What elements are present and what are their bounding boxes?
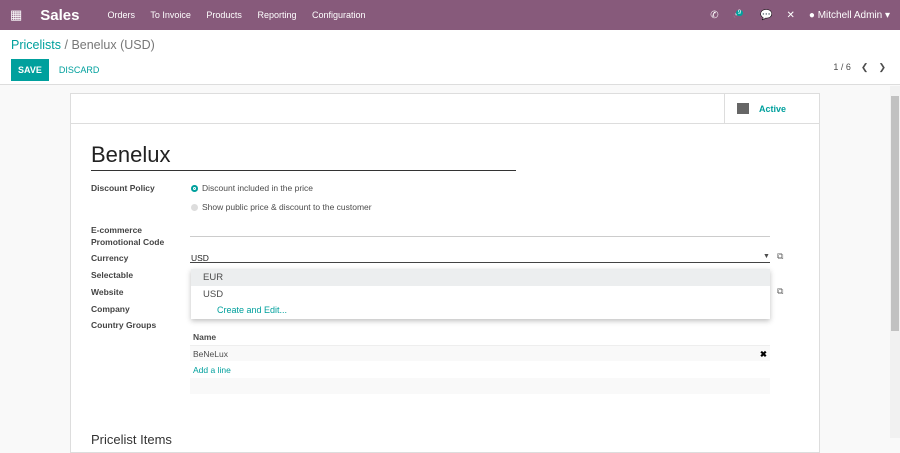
top-navbar: ▦ Sales Orders To Invoice Products Repor…	[0, 0, 900, 30]
discount-option-public[interactable]: Show public price & discount to the cust…	[191, 202, 372, 212]
discount-policy-label: Discount Policy	[91, 183, 155, 193]
promo-label-1: E-commerce	[91, 225, 143, 235]
currency-underline	[190, 262, 770, 263]
table-header-name: Name	[193, 332, 217, 342]
promo-label-2: Promotional Code	[91, 237, 165, 247]
currency-label: Currency	[91, 253, 129, 263]
radio-checked-icon	[191, 185, 198, 192]
breadcrumb: Pricelists / Benelux (USD)	[11, 38, 155, 52]
table-empty-row	[190, 378, 770, 394]
activity-badge: 9	[735, 9, 744, 16]
phone-icon[interactable]: ✆	[710, 10, 718, 21]
external-link-icon[interactable]: ⧉	[777, 251, 783, 262]
dropdown-caret-icon[interactable]: ▼	[763, 253, 770, 260]
apps-menu-icon[interactable]: ▦	[10, 7, 22, 23]
menu-products[interactable]: Products	[206, 10, 242, 20]
radio-unchecked-icon	[191, 204, 198, 211]
menu-reporting[interactable]: Reporting	[257, 10, 296, 20]
discount-option-included[interactable]: Discount included in the price	[191, 183, 313, 193]
user-menu[interactable]: ● Mitchell Admin ▾	[809, 10, 890, 21]
dropdown-option-usd[interactable]: USD	[191, 286, 770, 303]
next-icon[interactable]: ❯	[878, 62, 886, 73]
pricelist-name-input[interactable]: Benelux	[91, 142, 516, 171]
form-sheet: Active Benelux Discount Policy Discount …	[70, 93, 820, 453]
breadcrumb-pricelists[interactable]: Pricelists	[11, 38, 61, 52]
control-panel: Pricelists / Benelux (USD) SAVE DISCARD	[0, 30, 900, 85]
add-line-link[interactable]: Add a line	[193, 365, 231, 375]
company-label: Company	[91, 304, 130, 314]
app-name[interactable]: Sales	[40, 7, 79, 24]
pricelist-items-heading: Pricelist Items	[91, 432, 172, 447]
prev-icon[interactable]: ❮	[861, 62, 869, 73]
save-button[interactable]: SAVE	[11, 59, 49, 81]
menu-configuration[interactable]: Configuration	[312, 10, 366, 20]
scrollbar[interactable]	[890, 86, 900, 438]
active-toggle-button[interactable]: Active	[724, 94, 819, 123]
chat-icon[interactable]: 💬	[760, 10, 772, 21]
breadcrumb-current: Benelux (USD)	[71, 38, 155, 52]
activity-icon[interactable]: ◔9	[733, 9, 746, 21]
delete-row-icon[interactable]: ✖	[760, 349, 767, 360]
create-and-edit-option[interactable]: Create and Edit...	[191, 302, 770, 319]
archive-icon	[737, 103, 749, 114]
option-label: Discount included in the price	[202, 183, 314, 193]
menu-to-invoice[interactable]: To Invoice	[150, 10, 191, 20]
active-label: Active	[759, 103, 787, 114]
selectable-label: Selectable	[91, 270, 134, 280]
row-name: BeNeLux	[193, 349, 228, 359]
dropdown-option-eur[interactable]: EUR	[191, 269, 770, 286]
country-groups-label: Country Groups	[91, 320, 157, 330]
pager-value: 1 / 6	[833, 62, 851, 72]
website-external-link-icon[interactable]: ⧉	[777, 286, 783, 297]
currency-dropdown: EUR USD Create and Edit...	[191, 269, 770, 319]
pager: 1 / 6 ❮ ❯	[833, 62, 886, 73]
website-label: Website	[91, 287, 124, 297]
table-row[interactable]: BeNeLux ✖	[190, 345, 770, 361]
option-label: Show public price & discount to the cust…	[202, 202, 372, 212]
menu-orders[interactable]: Orders	[108, 10, 136, 20]
promo-code-input[interactable]	[190, 236, 770, 237]
scrollbar-thumb[interactable]	[891, 96, 899, 331]
close-icon[interactable]: ✕	[787, 10, 795, 21]
discard-button[interactable]: DISCARD	[59, 65, 100, 75]
user-name: Mitchell Admin	[817, 9, 883, 21]
avatar: ●	[808, 9, 815, 21]
